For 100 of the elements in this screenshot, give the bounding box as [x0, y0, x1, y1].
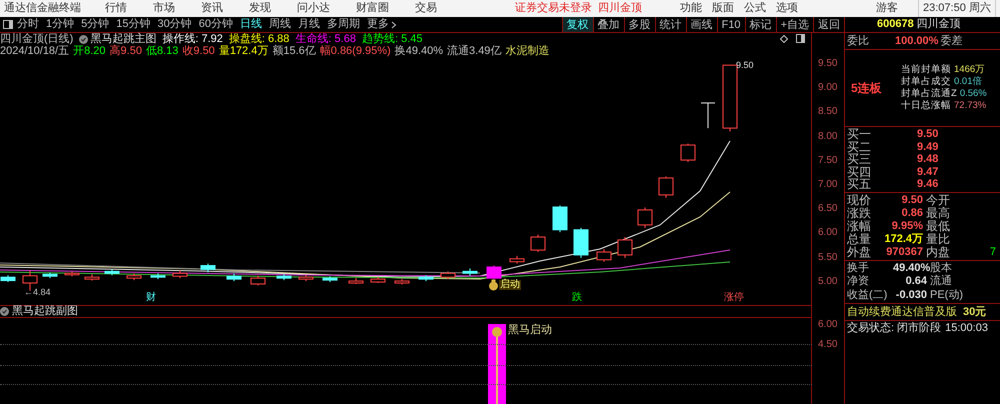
candlestick [574, 227, 588, 258]
field-label: 现价 [847, 194, 872, 206]
indicator-value: 趋势线: 5.45 [362, 34, 423, 44]
notice-price: 30元 [963, 304, 986, 320]
low-price-label: ←4.84 [24, 286, 51, 299]
bid-price: 9.48 [917, 153, 938, 166]
period-tab[interactable]: 5分钟 [81, 16, 110, 33]
field-label: 收益(二) [847, 288, 888, 302]
toolbar-button[interactable]: 标记 [744, 17, 776, 32]
day-stat: 高9.50 [110, 46, 142, 56]
bid-label: 买三 [847, 153, 872, 166]
axis-tick-label: 8.50 [818, 107, 838, 118]
candlestick [418, 274, 434, 282]
field-label: 封单占成交 [901, 76, 951, 88]
bid-price: 9.47 [917, 166, 938, 178]
candlestick [722, 64, 738, 132]
bid-price: 9.50 [917, 128, 938, 140]
day-stat: 水泥制造 [505, 46, 550, 56]
field-value: 0.64 [904, 275, 927, 288]
indicator-value: 操作线: 7.92 [162, 34, 223, 44]
stock-name: 四川金顶 [598, 1, 642, 16]
menu-item[interactable]: 交易 [415, 0, 437, 17]
field-value: 0.86 [900, 206, 923, 220]
menu-item[interactable]: 行情 [105, 0, 127, 17]
toolbar-button[interactable]: F10 [716, 17, 745, 32]
field-value: 1466万 [954, 64, 986, 76]
period-tab[interactable]: 1分钟 [46, 16, 74, 33]
menu-item[interactable]: 功能 [680, 0, 702, 17]
field-label: 净资 [847, 275, 870, 288]
toolbar-button[interactable]: 统计 [654, 17, 686, 32]
candlestick [486, 265, 502, 280]
axis-tick-label: 5.00 [818, 276, 838, 287]
axis-tick-label: 7.00 [818, 180, 838, 190]
field-label: 涨跌 [847, 206, 872, 220]
chevron-right-icon [391, 20, 397, 28]
toolbar-button[interactable]: 叠加 [592, 17, 624, 32]
menu-item[interactable]: 选项 [776, 0, 798, 17]
menu-item[interactable]: 版面 [712, 0, 734, 17]
period-tab[interactable]: 日线 [240, 16, 262, 33]
candlestick [638, 207, 652, 228]
bid-label: 买一 [847, 128, 872, 140]
panel-toggle-icon[interactable] [796, 34, 805, 43]
field-label: 股本 [930, 262, 952, 274]
more-button[interactable]: 更多 [367, 16, 397, 33]
toolbar-button[interactable]: +自选 [776, 17, 813, 32]
period-tab[interactable]: 15分钟 [116, 16, 150, 33]
axis-tick-label: 6.00 [818, 228, 838, 238]
signal-label: 涨停 [724, 293, 744, 303]
menu-item[interactable]: 资讯 [201, 0, 223, 17]
period-tab[interactable]: 分时 [17, 16, 39, 33]
day-stat: 开8.20 [73, 46, 106, 56]
notice-text: 自动续费通达信普及版 [847, 304, 957, 320]
field-value: 100.00% [895, 34, 938, 49]
candlestick [596, 248, 612, 262]
check-circle-icon[interactable] [0, 307, 9, 316]
toolbar-button[interactable]: 多股 [624, 17, 655, 32]
login-status[interactable]: 证券交易未登录 [515, 0, 592, 17]
field-label: 总量 [847, 232, 872, 246]
app-name: 通达信金融终端 [4, 0, 81, 16]
candlestick [462, 268, 478, 276]
candlestick [298, 274, 314, 282]
period-tab[interactable]: 月线 [298, 16, 320, 33]
axis-tick-label: 5.50 [818, 252, 838, 263]
period-tab[interactable]: 60分钟 [198, 16, 233, 33]
candlestick [510, 255, 524, 264]
period-tab[interactable]: 30分钟 [158, 16, 192, 33]
candlestick [200, 263, 216, 273]
candlestick [618, 236, 632, 258]
trade-status: 交易状态: 闭市阶段 [847, 320, 942, 336]
field-value: 9.50 [900, 194, 923, 206]
toolbar-button[interactable]: 画线 [686, 17, 717, 32]
day-stat: 额15.6亿 [272, 46, 316, 56]
candlestick [680, 143, 696, 162]
money-bag-icon [488, 279, 499, 291]
field-label: 内盘 [926, 246, 950, 258]
axis-tick-label: 9.00 [818, 83, 838, 94]
panel-toggle-icon[interactable] [3, 20, 13, 29]
field-label: PE(动) [930, 288, 963, 302]
axis-tick-label: 8.00 [818, 132, 838, 142]
menu-item[interactable]: 市场 [153, 0, 175, 17]
axis-tick-label: 4.50 [818, 340, 838, 350]
diamond-icon[interactable] [780, 35, 788, 43]
menu-item[interactable]: 财富圈 [356, 0, 389, 17]
day-stat: 幅0.86(9.95%) [320, 46, 391, 56]
field-label: 最高 [926, 206, 950, 220]
menu-item[interactable]: 公式 [744, 0, 766, 17]
toolbar-button[interactable]: 返回 [813, 17, 844, 32]
toolbar-button[interactable]: 复权 [562, 17, 593, 32]
launch-tag: 启动 [499, 280, 521, 290]
status-time: 15:00:03 [945, 321, 988, 336]
field-value: 0.56% [960, 88, 987, 100]
candlestick [250, 275, 266, 286]
menu-item[interactable]: 发现 [249, 0, 271, 17]
bid-price: 9.49 [917, 140, 938, 153]
menu-item[interactable]: 问小达 [297, 0, 330, 17]
check-circle-icon[interactable] [79, 34, 88, 44]
period-tab[interactable]: 周线 [269, 16, 291, 33]
field-label: 流通 [930, 275, 952, 288]
bid-label: 买二 [847, 140, 872, 153]
period-tab[interactable]: 多周期 [327, 16, 360, 33]
